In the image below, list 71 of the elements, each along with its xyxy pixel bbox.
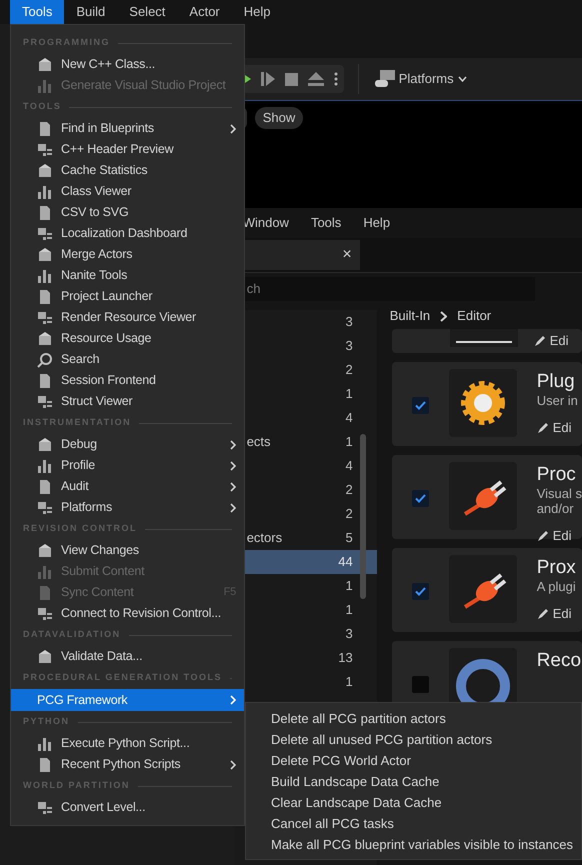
menu-item[interactable]: Search [11, 349, 244, 370]
menu-item[interactable]: Validate Data... [11, 646, 244, 667]
category-count: 5 [345, 529, 353, 548]
category-count: 3 [345, 313, 353, 332]
category-count: 2 [345, 361, 353, 380]
edit-button[interactable]: Edi [536, 604, 576, 624]
menu-item[interactable]: Delete PCG World Actor [246, 750, 581, 771]
edit-button[interactable]: Edi [534, 331, 568, 350]
category-count: 2 [345, 481, 353, 500]
menu-item[interactable]: Cache Statistics [11, 160, 244, 181]
menu-item[interactable]: Profile [11, 455, 244, 476]
menu-item[interactable]: CSV to SVG [11, 202, 244, 223]
menu-item[interactable]: Clear Landscape Data Cache [246, 792, 581, 813]
edit-button[interactable]: Edi [536, 526, 582, 546]
plugin-title: Plug [536, 371, 576, 393]
category-count: 13 [338, 649, 353, 668]
menu-item[interactable]: Build Landscape Data Cache [246, 771, 581, 792]
menu-item[interactable]: Make all PCG blueprint variables visible to instances [246, 834, 581, 855]
menu-item[interactable]: Resource Usage [11, 328, 244, 349]
menu-item[interactable]: Convert Level... [11, 797, 244, 818]
category-count: 4 [345, 409, 353, 428]
plugin-description: User in [536, 393, 578, 408]
menu-item[interactable]: Help [363, 213, 390, 233]
menu-item[interactable]: Debug [11, 434, 244, 455]
breadcrumb-item[interactable]: Built-In [390, 306, 430, 326]
menu-item[interactable]: Platforms [11, 497, 244, 518]
menu-item[interactable]: Class Viewer [11, 181, 244, 202]
edit-button[interactable]: Edi [536, 418, 578, 438]
platforms-button[interactable]: Platforms [374, 69, 467, 89]
menu-item[interactable]: Delete all PCG partition actors [246, 708, 581, 729]
menu-item[interactable]: Help [232, 0, 283, 24]
menu-item[interactable]: Tools [310, 213, 342, 233]
menu-item[interactable]: Audit [11, 476, 244, 497]
category-count: 1 [345, 601, 353, 620]
menu-item[interactable]: Execute Python Script... [11, 733, 244, 754]
plugin-title: Reco [536, 650, 582, 672]
category-count: 44 [338, 553, 353, 572]
category-count: 2 [345, 505, 353, 524]
menu-item[interactable]: C++ Header Preview [11, 139, 244, 160]
menu-item[interactable]: Tools [10, 0, 64, 24]
menu-item[interactable]: PCG Framework [11, 689, 244, 711]
menu-item[interactable]: Recent Python Scripts [11, 754, 244, 775]
category-label: ects [246, 433, 271, 452]
plugin-description: A plugi [536, 579, 576, 594]
show-button[interactable]: Show [254, 107, 304, 129]
menu-item[interactable]: Render Resource Viewer [11, 307, 244, 328]
menu-item[interactable]: Delete all unused PCG partition actors [246, 729, 581, 750]
menu-item[interactable]: Window [242, 213, 289, 233]
category-count: 1 [345, 673, 353, 692]
menu-item[interactable]: Connect to Revision Control... [11, 603, 244, 624]
plugin-description: and/or [536, 501, 575, 516]
category-count: 1 [345, 433, 353, 452]
menu-item[interactable]: Find in Blueprints [11, 118, 244, 139]
category-count: 1 [345, 385, 353, 404]
menu-item[interactable]: New C++ Class... [11, 54, 244, 75]
category-count: 1 [345, 577, 353, 596]
plugin-title: Prox [536, 557, 576, 579]
menu-item[interactable]: Actor [177, 0, 232, 24]
close-button[interactable]: × [342, 243, 352, 267]
menu-item[interactable]: Session Frontend [11, 370, 244, 391]
menu-item[interactable]: Cancel all PCG tasks [246, 813, 581, 834]
plugin-title: Proc [536, 464, 577, 486]
plugin-description: Visual s [536, 486, 582, 501]
breadcrumb-item[interactable]: Editor [457, 306, 492, 326]
category-count: 3 [345, 337, 353, 356]
category-count: 4 [345, 457, 353, 476]
menu-item[interactable]: Select [117, 0, 178, 24]
menu-item[interactable]: Build [64, 0, 118, 24]
category-label: ectors [246, 529, 282, 548]
category-count: 3 [345, 625, 353, 644]
menu-item[interactable]: Struct Viewer [11, 391, 244, 412]
